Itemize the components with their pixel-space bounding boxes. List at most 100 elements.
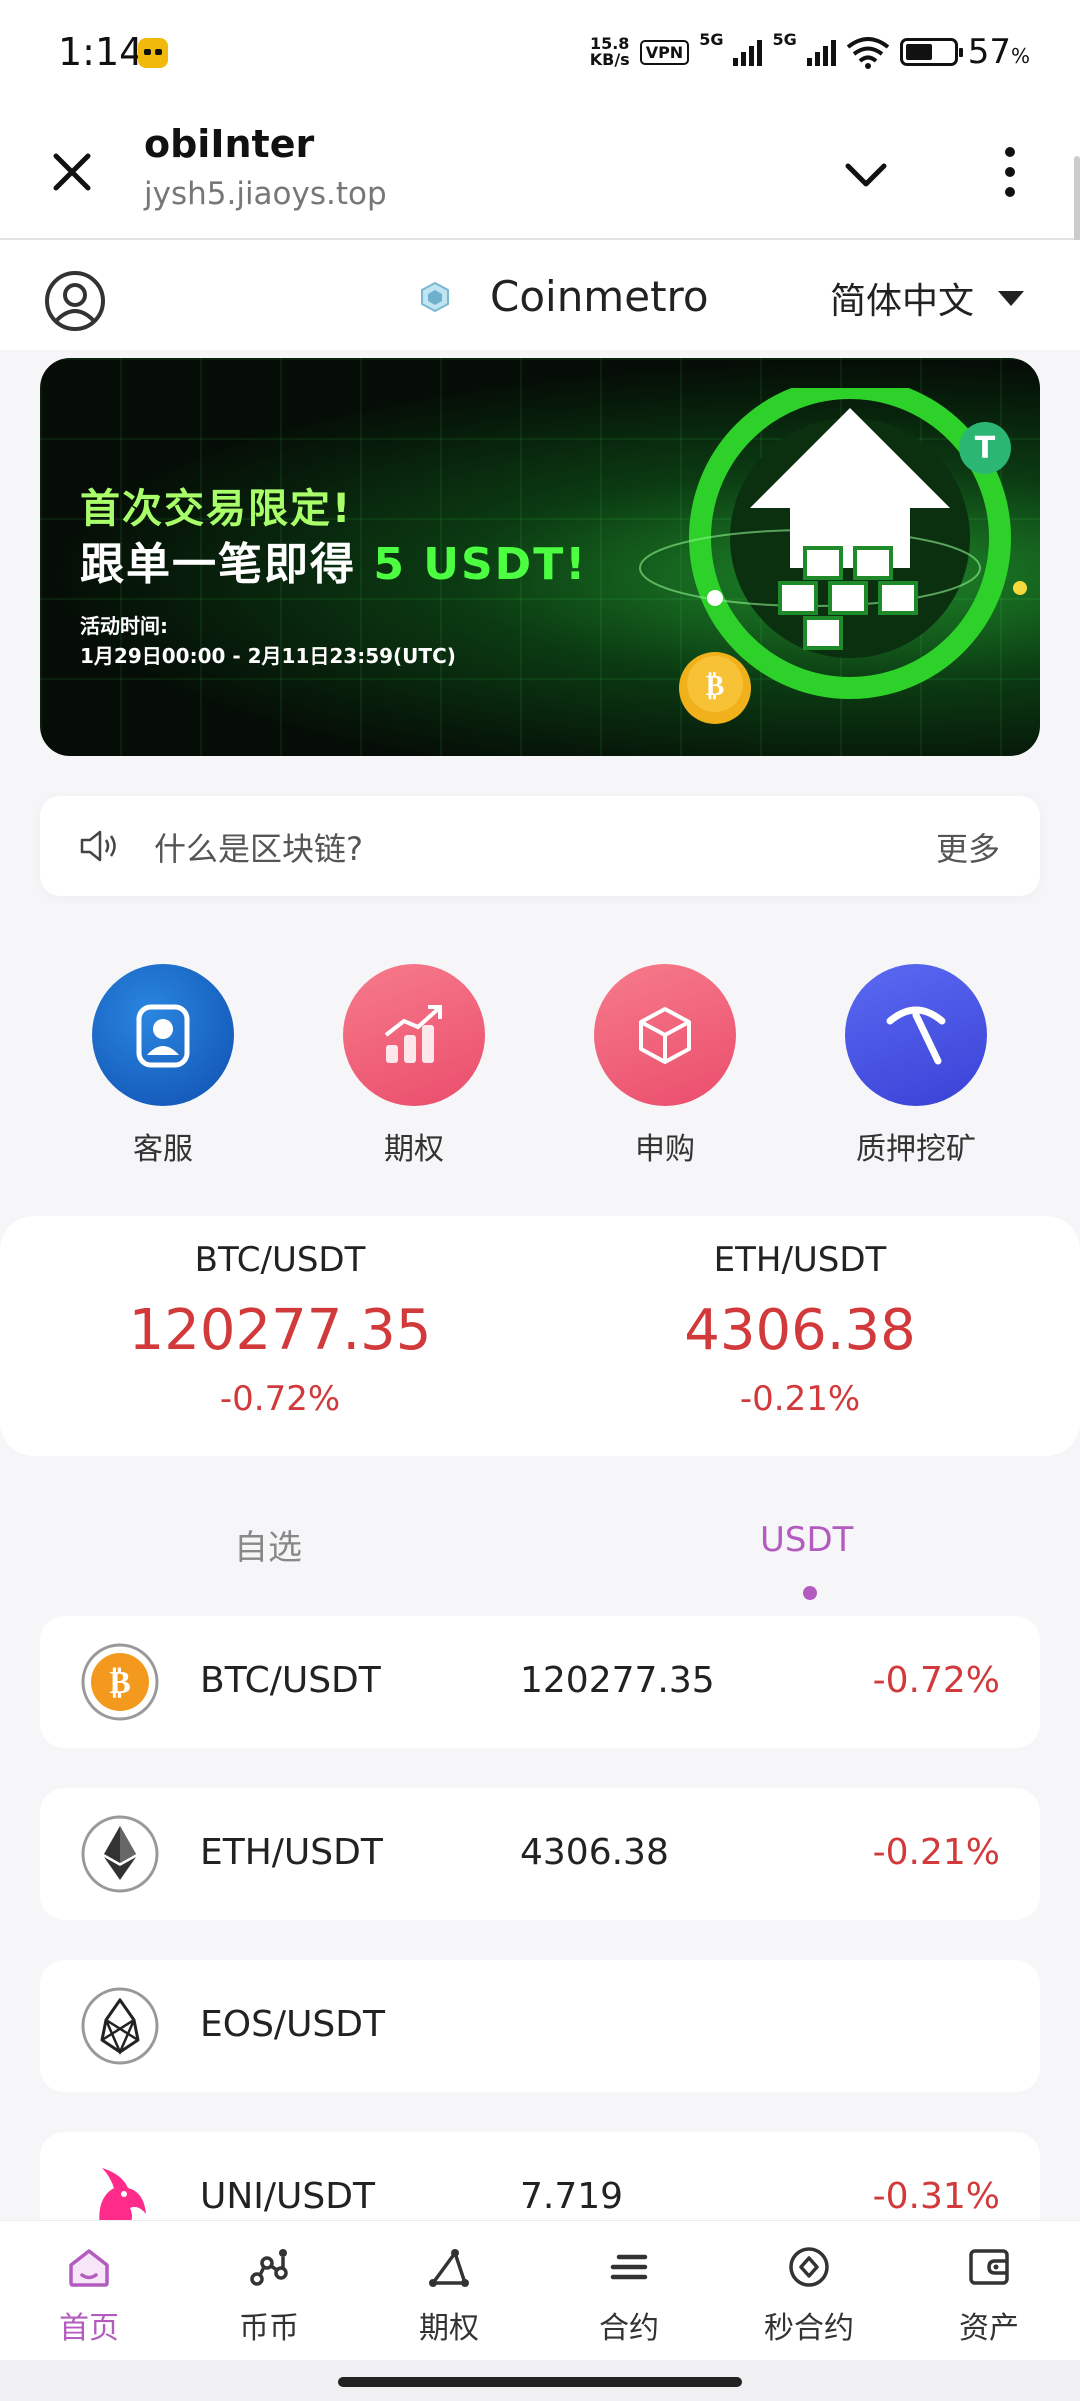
user-profile-icon[interactable] (44, 270, 106, 332)
nav-options[interactable]: 期权 (374, 2243, 524, 2347)
nav-second-contract[interactable]: 秒合约 (734, 2243, 884, 2347)
network-type-2: 5G (772, 30, 797, 49)
promo-banner[interactable]: 首次交易限定! 跟单一笔即得 5 USDT! 活动时间: 1月29日00:00 … (40, 358, 1040, 756)
chart-growth-icon (343, 964, 485, 1106)
status-bar: 1:14 15.8 KB/s VPN 5G 5G 57% (0, 0, 1080, 106)
site-header: Coinmetro 简体中文 (0, 240, 1080, 350)
banner-time-range: 1月29日00:00 - 2月11日23:59(UTC) (80, 644, 456, 668)
ticker-btc[interactable]: BTC/USDT 120277.35 -0.72% (70, 1240, 490, 1419)
ticker-price: 4306.38 (684, 1298, 916, 1363)
tab-usdt[interactable]: USDT (760, 1520, 853, 1560)
banner-time-label: 活动时间: (80, 614, 168, 638)
market-price: 120277.35 (520, 1660, 715, 1701)
status-icons: 15.8 KB/s VPN 5G 5G 57% (590, 30, 1030, 74)
bottom-navigation: 首页 币币 期权 合约 秒合约 资产 (0, 2220, 1080, 2360)
svg-text:₿: ₿ (706, 669, 725, 702)
nav-home[interactable]: 首页 (14, 2243, 164, 2347)
page-url: jysh5.jiaoys.top (144, 176, 387, 212)
diamond-icon (789, 2247, 829, 2287)
language-selector[interactable]: 简体中文 (830, 272, 1025, 324)
status-time: 1:14 (58, 30, 144, 74)
vpn-icon: VPN (639, 39, 690, 65)
quick-action-options[interactable]: 期权 (339, 964, 489, 1168)
announcement-bar[interactable]: 什么是区块链? 更多 (40, 796, 1040, 896)
market-price: 7.719 (520, 2176, 624, 2217)
nav-spot[interactable]: 币币 (194, 2243, 344, 2347)
market-pair: ETH/USDT (200, 1832, 383, 1873)
chevron-down-icon[interactable] (836, 146, 896, 206)
nav-label: 币币 (239, 2311, 299, 2346)
page-title: obiInter (144, 122, 315, 166)
network-speed-unit: KB/s (589, 50, 630, 69)
cube-icon (594, 964, 736, 1106)
quick-action-label: 申购 (635, 1132, 695, 1167)
ethereum-icon (81, 1815, 159, 1893)
banner-subheadline-text: 跟单一笔即得 (80, 539, 374, 590)
nav-label: 合约 (599, 2311, 659, 2346)
close-icon[interactable] (42, 142, 102, 202)
quick-action-label: 质押挖矿 (856, 1132, 976, 1167)
pickaxe-icon (845, 964, 987, 1106)
market-row[interactable]: ₿ BTC/USDT 120277.35 -0.72% (40, 1616, 1040, 1748)
market-row[interactable]: ETH/USDT 4306.38 -0.21% (40, 1788, 1040, 1920)
battery-level: 57% (968, 32, 1030, 72)
more-link[interactable]: 更多 (936, 824, 1000, 870)
language-label: 简体中文 (830, 281, 975, 322)
market-pair: UNI/USDT (200, 2176, 375, 2217)
wallet-icon (969, 2249, 1009, 2285)
market-change: -0.21% (872, 1832, 1000, 1873)
ticker-pair: BTC/USDT (194, 1240, 366, 1280)
market-pair: EOS/USDT (200, 2004, 385, 2045)
price-ticker-card: BTC/USDT 120277.35 -0.72% ETH/USDT 4306.… (0, 1216, 1080, 1456)
quick-action-staking[interactable]: 质押挖矿 (841, 964, 991, 1168)
banner-headline: 首次交易限定! (80, 486, 353, 532)
eos-icon (81, 1987, 159, 2065)
support-icon (92, 964, 234, 1106)
svg-text:₿: ₿ (109, 1663, 130, 1701)
quick-action-label: 期权 (384, 1132, 444, 1167)
active-tab-indicator (803, 1586, 817, 1600)
signal-icon (806, 38, 836, 66)
caret-down-icon (998, 290, 1025, 306)
market-pair: BTC/USDT (200, 1660, 381, 1701)
bitcoin-icon: ₿ (81, 1643, 159, 1721)
brand-name: Coinmetro (490, 272, 709, 321)
quick-action-label: 客服 (133, 1132, 193, 1167)
ticker-price: 120277.35 (128, 1298, 432, 1363)
battery-unit: % (1010, 44, 1030, 68)
nav-label: 秒合约 (764, 2311, 854, 2346)
speaker-icon (80, 830, 116, 862)
wifi-icon (846, 37, 889, 69)
nav-label: 期权 (419, 2311, 479, 2346)
quick-action-subscribe[interactable]: 申购 (590, 964, 740, 1168)
nav-futures[interactable]: 合约 (554, 2243, 704, 2347)
ticker-change: -0.21% (739, 1379, 861, 1419)
market-price: 4306.38 (520, 1832, 669, 1873)
market-row[interactable]: EOS/USDT (40, 1960, 1040, 2092)
brand-logo-icon (421, 281, 449, 313)
nodes-icon (250, 2249, 288, 2286)
network-type-1: 5G (699, 30, 724, 49)
home-icon (69, 2249, 109, 2287)
market-change: -0.31% (872, 2176, 1000, 2217)
nav-label: 资产 (959, 2311, 1019, 2346)
more-vertical-icon[interactable] (980, 142, 1040, 202)
browser-toolbar: obiInter jysh5.jiaoys.top (0, 106, 1080, 240)
tab-favorites[interactable]: 自选 (234, 1520, 302, 1569)
banner-arrow-illustration: T ₿ (639, 388, 1027, 724)
triangle-icon (429, 2249, 469, 2287)
home-indicator[interactable] (338, 2377, 742, 2387)
banner-subheadline: 跟单一笔即得 5 USDT! (80, 528, 587, 592)
app-notification-icon (138, 38, 168, 68)
network-speed: 15.8 KB/s (590, 36, 630, 68)
quick-action-support[interactable]: 客服 (88, 964, 238, 1168)
signal-icon (733, 38, 763, 66)
svg-text:T: T (975, 431, 996, 466)
announcement-text: 什么是区块链? (154, 830, 363, 868)
nav-label: 首页 (59, 2311, 119, 2346)
nav-assets[interactable]: 资产 (914, 2243, 1064, 2347)
ticker-change: -0.72% (219, 1379, 341, 1419)
ticker-pair: ETH/USDT (713, 1240, 887, 1280)
ticker-eth[interactable]: ETH/USDT 4306.38 -0.21% (590, 1240, 1010, 1419)
battery-value: 57 (967, 32, 1011, 72)
